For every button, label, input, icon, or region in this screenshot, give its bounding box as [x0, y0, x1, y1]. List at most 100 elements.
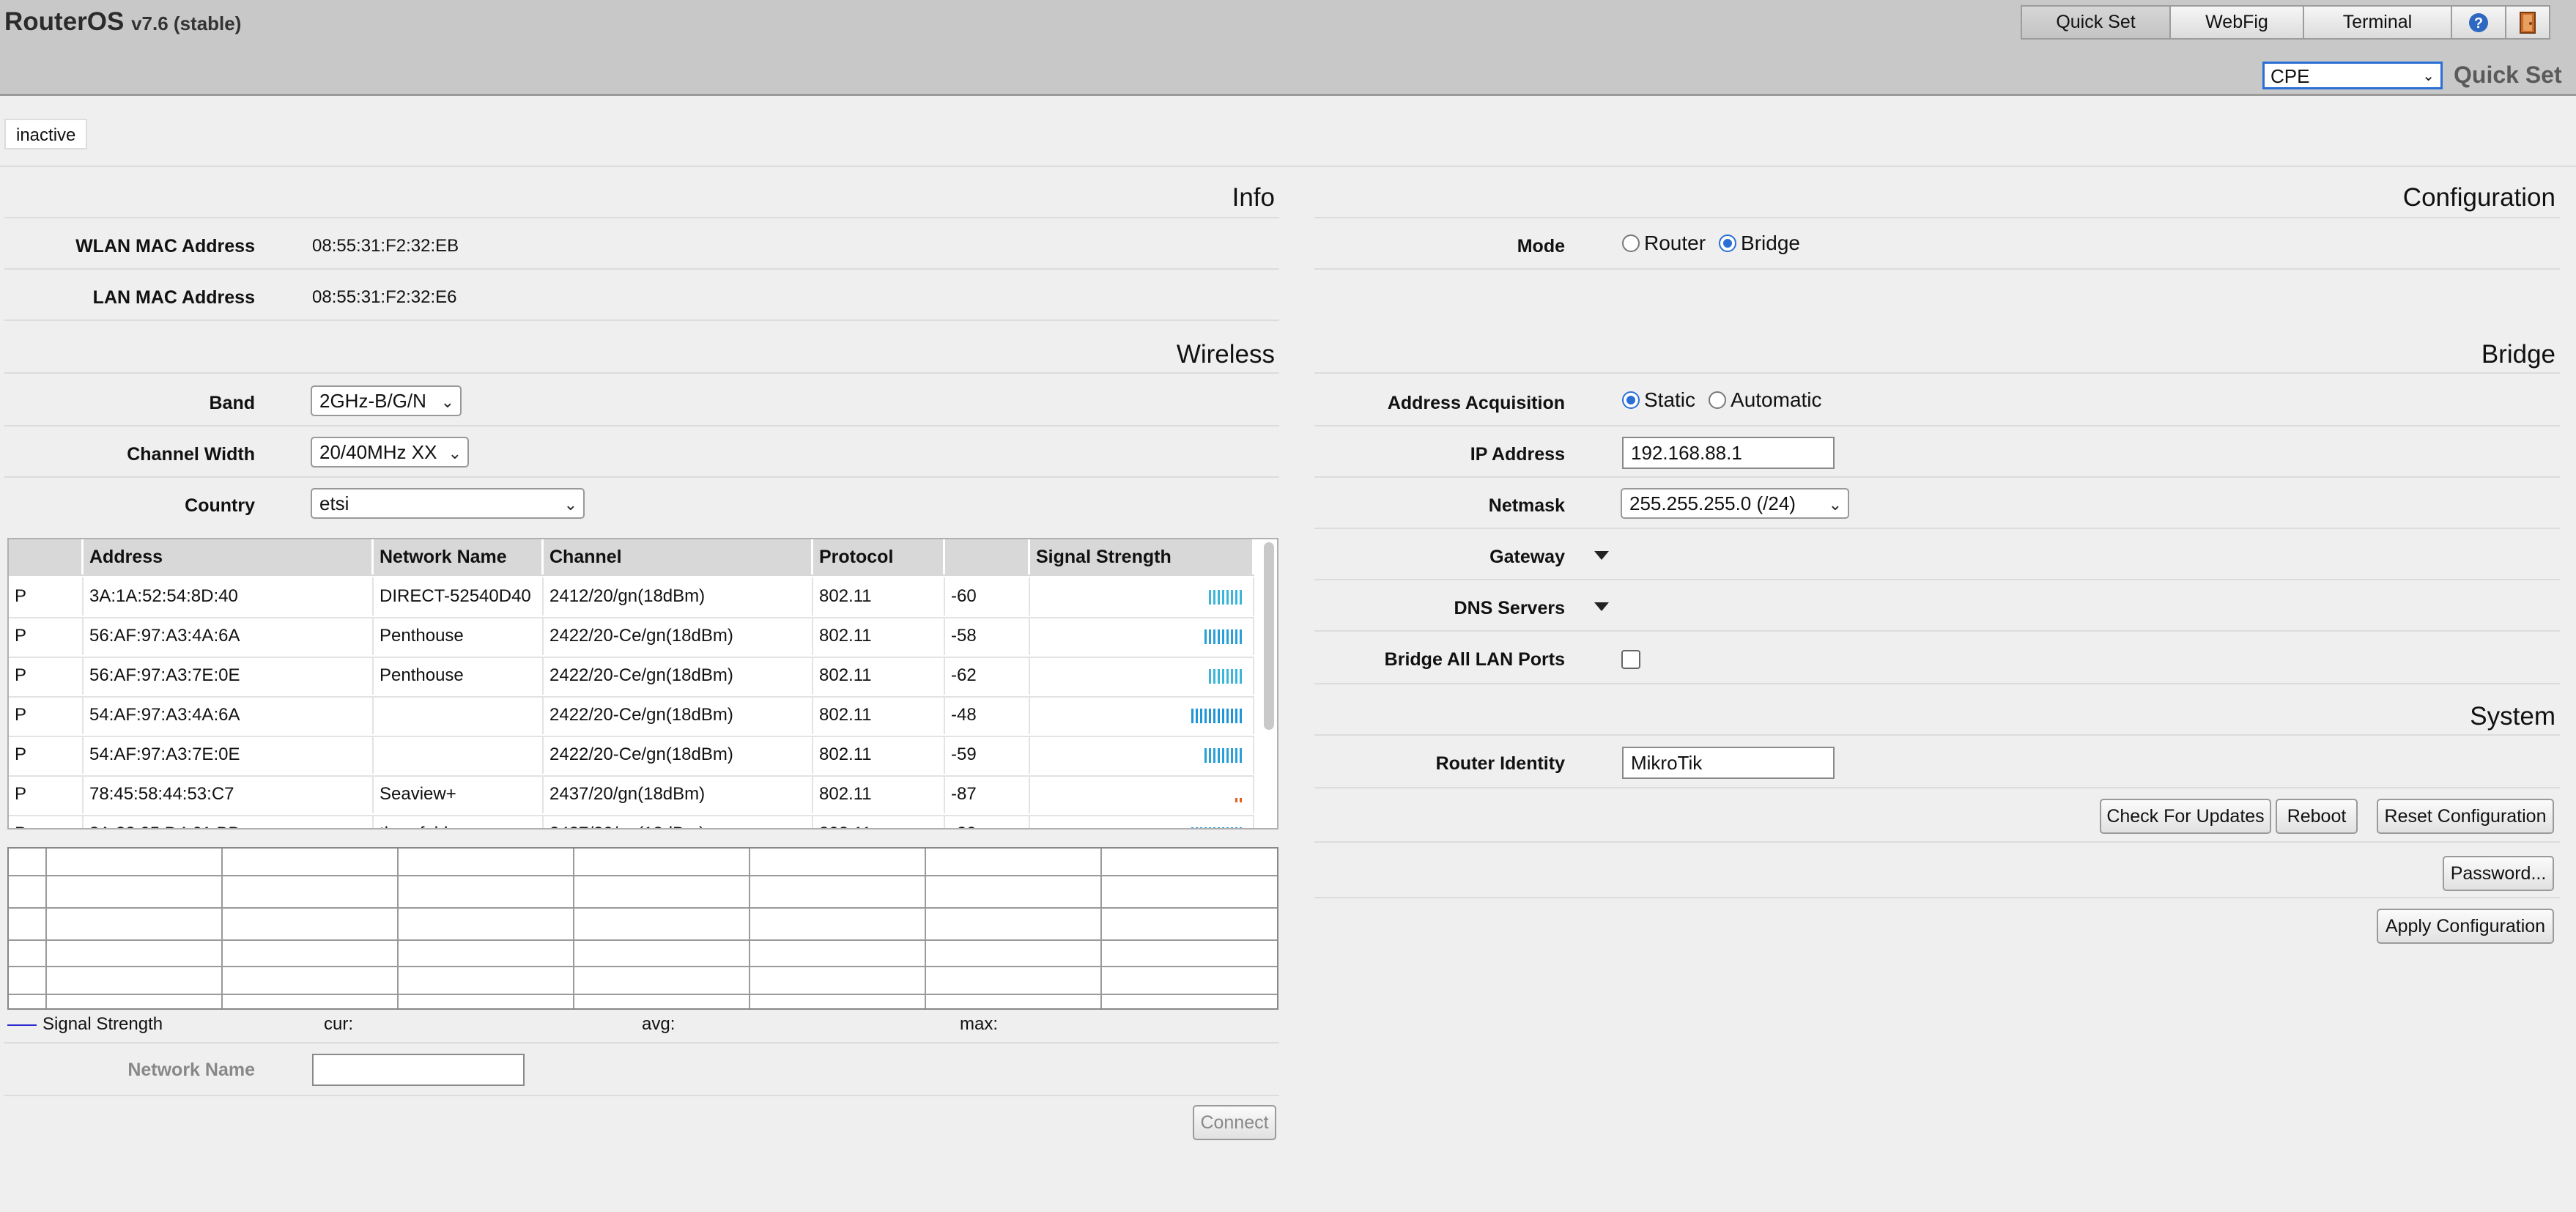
mode-router-radio[interactable] — [1622, 234, 1640, 252]
signal-bar — [1235, 669, 1237, 684]
signal-bar — [1191, 709, 1193, 723]
network-name-input[interactable] — [312, 1054, 525, 1086]
column-header-network-name[interactable]: Network Name — [374, 539, 544, 574]
cell-signal-strength — [1030, 617, 1254, 655]
cell-flag: P — [9, 577, 84, 616]
graph-legend-max: max: — [960, 1014, 999, 1034]
signal-bar — [1226, 827, 1229, 828]
dns-servers-expand-icon[interactable] — [1594, 602, 1609, 611]
terminal-button[interactable]: Terminal — [2303, 5, 2452, 40]
info-section-title: Info — [1232, 183, 1275, 212]
check-for-updates-button[interactable]: Check For Updates — [2100, 799, 2271, 834]
connect-button[interactable]: Connect — [1193, 1105, 1276, 1140]
divider — [1314, 528, 2560, 529]
cell-network-name: threefold — [374, 815, 544, 828]
signal-bar — [1213, 669, 1215, 684]
signal-bar — [1240, 629, 1242, 644]
netmask-select[interactable]: 255.255.255.0 (/24) ⌄ — [1621, 488, 1849, 519]
signal-bar — [1231, 629, 1233, 644]
column-header-channel[interactable]: Channel — [544, 539, 813, 574]
mode-router-label: Router — [1644, 232, 1706, 254]
table-row[interactable]: P 54:AF:97:A3:4A:6A 2422/20-Ce/gn(18dBm) 80… — [9, 696, 1254, 737]
signal-bar — [1235, 590, 1237, 605]
cell-flag: P — [9, 736, 84, 774]
signal-bar — [1231, 590, 1233, 605]
address-automatic-radio[interactable] — [1709, 391, 1727, 409]
signal-bar — [1222, 827, 1224, 828]
column-header-signal-strength[interactable]: Signal Strength — [1030, 539, 1254, 574]
table-row[interactable]: P 3A:1A:52:54:8D:40 DIRECT-52540D40 2412/20… — [9, 577, 1254, 618]
table-row[interactable]: P 54:AF:97:A3:7E:0E 2422/20-Ce/gn(18dBm) 80… — [9, 736, 1254, 777]
signal-bar — [1213, 590, 1215, 605]
cell-channel: 2422/20-Ce/gn(18dBm) — [544, 657, 813, 695]
help-button[interactable]: ? — [2451, 5, 2506, 40]
signal-bar — [1204, 629, 1207, 644]
scan-table-scrollbar[interactable] — [1264, 542, 1274, 730]
table-row[interactable]: P 78:45:58:44:53:C7 Seaview+ 2437/20/gn(18d… — [9, 775, 1254, 816]
band-select[interactable]: 2GHz-B/G/N ⌄ — [311, 385, 462, 416]
bridge-all-lan-ports-checkbox[interactable] — [1621, 650, 1640, 669]
cell-channel: 2412/20/gn(18dBm) — [544, 577, 813, 616]
column-header-address[interactable]: Address — [84, 539, 374, 574]
cell-signal-strength — [1030, 815, 1254, 828]
divider — [1314, 841, 2560, 843]
router-identity-input[interactable]: MikroTik — [1622, 747, 1835, 779]
cell-channel: 2422/20-Ce/gn(18dBm) — [544, 617, 813, 655]
graph-gridline — [9, 966, 1277, 967]
signal-bar — [1196, 709, 1198, 723]
gateway-expand-icon[interactable] — [1594, 551, 1609, 560]
cell-signal-strength — [1030, 696, 1254, 734]
divider — [0, 166, 2576, 167]
table-row[interactable]: P 56:AF:97:A3:7E:0E Penthouse 2422/20-Ce/gn… — [9, 657, 1254, 698]
signal-bar — [1222, 709, 1224, 723]
cell-channel: 2422/20-Ce/gn(18dBm) — [544, 696, 813, 734]
signal-bar — [1240, 748, 1242, 763]
quickset-title: Quick Set — [2454, 62, 2562, 88]
cell-signal-strength — [1030, 736, 1254, 774]
graph-gridline — [9, 875, 1277, 876]
signal-bar — [1226, 629, 1229, 644]
signal-bar — [1240, 669, 1242, 684]
column-header-flag[interactable] — [9, 539, 84, 574]
status-tab[interactable]: inactive — [4, 119, 88, 149]
channel-width-select[interactable]: 20/40MHz XX ⌄ — [311, 437, 469, 468]
signal-strength-bars — [1030, 788, 1250, 802]
apply-configuration-button[interactable]: Apply Configuration — [2377, 909, 2554, 944]
divider — [4, 1095, 1279, 1096]
divider — [4, 319, 1279, 321]
signal-bar — [1204, 748, 1207, 763]
column-header-signal[interactable] — [945, 539, 1030, 574]
signal-bar — [1196, 827, 1198, 828]
reset-configuration-button[interactable]: Reset Configuration — [2377, 799, 2554, 834]
signal-bar — [1240, 590, 1242, 605]
signal-bar — [1218, 629, 1220, 644]
column-header-protocol[interactable]: Protocol — [813, 539, 945, 574]
reboot-button[interactable]: Reboot — [2276, 799, 2358, 834]
table-row[interactable]: P 56:AF:97:A3:4A:6A Penthouse 2422/20-Ce/gn… — [9, 617, 1254, 658]
graph-gridline — [925, 849, 926, 1008]
wireless-section-title: Wireless — [1176, 340, 1275, 369]
mode-bridge-label: Bridge — [1741, 232, 1800, 254]
webfig-button[interactable]: WebFig — [2169, 5, 2304, 40]
address-static-radio[interactable] — [1622, 391, 1640, 409]
logout-button[interactable] — [2505, 5, 2550, 40]
divider — [1314, 630, 2560, 632]
help-icon: ? — [2469, 12, 2488, 32]
quick-set-button[interactable]: Quick Set — [2021, 5, 2171, 40]
lan-mac-value: 08:55:31:F2:32:E6 — [312, 287, 457, 307]
dns-servers-label: DNS Servers — [1454, 598, 1565, 618]
divider — [1314, 683, 2560, 684]
quickset-mode-select[interactable]: CPE ⌄ — [2262, 62, 2443, 89]
ip-address-input[interactable]: 192.168.88.1 — [1622, 437, 1835, 469]
signal-bar — [1218, 669, 1220, 684]
mode-label: Mode — [1517, 236, 1565, 256]
cell-network-name — [374, 736, 544, 774]
divider — [1314, 734, 2560, 736]
cell-address: 8A:33:05:D4:61:BB — [84, 815, 374, 828]
password-button[interactable]: Password... — [2443, 856, 2554, 891]
mode-bridge-radio[interactable] — [1719, 234, 1737, 252]
table-row[interactable]: P8A:33:05:D4:61:BBthreefold2437/20/gn(18… — [9, 815, 1254, 828]
cell-flag: P — [9, 617, 84, 655]
cell-signal: -59 — [945, 736, 1030, 774]
country-select[interactable]: etsi ⌄ — [311, 488, 585, 519]
